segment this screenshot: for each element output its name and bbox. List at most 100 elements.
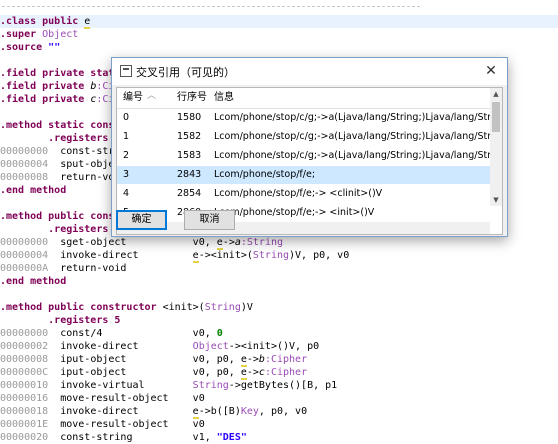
code-token: <init>( [162, 302, 205, 313]
code-token: 00000000 [0, 237, 49, 248]
table-cell-line: 2843 [177, 169, 202, 180]
column-header-line[interactable]: 行序号 [177, 88, 211, 108]
table-header: 编号 ︿ 行序号 信息 [117, 88, 490, 109]
code-token: sget-object [48, 237, 193, 248]
code-line: 00000016 move-result-object v0 [0, 392, 205, 405]
code-token: Object [192, 341, 229, 352]
vertical-scrollbar[interactable]: ▲ ▼ [490, 88, 502, 206]
code-token: v0, [192, 328, 217, 339]
code-token: String [252, 250, 290, 261]
code-token: 00000004 [0, 250, 49, 261]
code-token: 0 [216, 328, 223, 339]
code-line: 00000000 const/4 v0, 0 [0, 327, 223, 340]
code-token: ->b([B) [198, 406, 241, 417]
code-token: .source [0, 42, 49, 53]
code-token: .end method [0, 185, 67, 196]
table-cell-num: 1 [123, 131, 130, 142]
code-token: v1, [192, 432, 217, 443]
code-token: v0, [192, 237, 217, 248]
table-row[interactable]: 52860Lcom/phone/stop/f/e;-> <init>()V [117, 204, 490, 222]
code-token: "" [48, 42, 61, 53]
code-token: .method public constructor [0, 302, 163, 313]
code-line: 0000000A return-void [0, 262, 126, 275]
code-token: const/4 [48, 328, 193, 339]
code-token: .end method [0, 276, 67, 287]
code-token: invoke-direct [48, 250, 193, 261]
table-cell-line: 2854 [177, 188, 202, 199]
code-token: String [192, 380, 229, 391]
code-token: v0 [192, 419, 205, 430]
code-line: 00000010 invoke-virtual String->getBytes… [0, 379, 337, 392]
table-cell-num: 3 [123, 169, 130, 180]
code-token: 00000018 [0, 406, 49, 417]
table-cell-info: Lcom/phone/stop/f/e;-> <clinit>()V [214, 188, 383, 199]
xref-table: 编号 ︿ 行序号 信息 0 1580 Lcom/phone/stop/c/g;->a… [116, 87, 503, 235]
dialog-titlebar[interactable]: 交叉引用（可见的） ✕ [112, 58, 507, 85]
code-token: :String [240, 237, 284, 248]
table-cell-info: Lcom/phone/stop/c/g;->a(Ljava/lang/Strin… [214, 131, 490, 142]
code-token: const-string [48, 432, 193, 443]
code-token: -> [246, 354, 259, 365]
code-token: :Cipher [264, 354, 308, 365]
table-row[interactable]: 3 2843 Lcom/phone/stop/f/e; [117, 166, 490, 184]
cross-reference-dialog: 交叉引用（可见的） ✕ 编号 ︿ 行序号 信息 0 1580 Lcom/phone/… [111, 57, 508, 237]
scroll-thumb[interactable] [492, 102, 500, 132]
code-token: v0 [192, 393, 205, 404]
code-token: , p0, v0 [258, 406, 308, 417]
code-token: String [204, 302, 241, 313]
table-row[interactable]: 1 1582 Lcom/phone/stop/c/g;->a(Ljava/lang/… [117, 128, 490, 146]
code-line: .class public e [0, 15, 558, 29]
code-token: e [84, 16, 91, 29]
ok-button[interactable]: 确定 [116, 210, 167, 230]
horizontal-scrollbar[interactable] [117, 222, 490, 234]
code-token: invoke-direct [48, 406, 193, 417]
code-token: .field private [0, 81, 91, 92]
code-token: .field private [0, 94, 91, 105]
table-cell-line: 1580 [177, 112, 202, 123]
table-row[interactable]: 0 1580 Lcom/phone/stop/c/g;->a(Ljava/lang/… [117, 109, 490, 127]
code-token: Key [240, 406, 259, 417]
column-header-info[interactable]: 信息 [214, 88, 490, 108]
code-token: -><init>()V, p0 [228, 341, 320, 352]
code-token: invoke-virtual [48, 380, 193, 391]
code-token: v0, p0, [192, 354, 241, 365]
cancel-button[interactable]: 取消 [184, 210, 235, 230]
table-row[interactable]: 2 1583 Lcom/phone/stop/c/g;->a(Ljava/lang/… [117, 147, 490, 165]
table-cell-num: 2 [123, 150, 130, 161]
code-token: .registers 1 [0, 133, 121, 144]
scroll-down-icon[interactable]: ▼ [490, 194, 502, 206]
code-line: .source "" [0, 41, 60, 54]
code-line: 00000018 invoke-direct e->b([B)Key, p0, … [0, 405, 308, 419]
editor-separator [2, 6, 420, 7]
code-token: 00000002 [0, 341, 49, 352]
table-cell-line: 1582 [177, 131, 202, 142]
close-icon[interactable]: ✕ [481, 61, 501, 81]
table-row[interactable]: 4 2854 Lcom/phone/stop/f/e;-> <clinit>()V [117, 185, 490, 203]
code-token: 00000008 [0, 172, 49, 183]
code-token: )V [240, 302, 253, 313]
code-token: :Cipher [264, 367, 308, 378]
table-cell-line: 1583 [177, 150, 202, 161]
code-token: -><init>( [198, 250, 253, 261]
code-line: .end method [0, 275, 66, 288]
code-line: .registers 1 [0, 132, 120, 145]
code-token: 0000001E [0, 419, 49, 430]
code-line: 0000001E move-result-object v0 [0, 418, 205, 431]
code-token: invoke-direct [48, 341, 193, 352]
window-icon [120, 65, 132, 77]
column-header-number[interactable]: 编号 ︿ [123, 88, 171, 108]
code-line: 00000002 invoke-direct Object-><init>()V… [0, 340, 319, 353]
table-cell-info: Lcom/phone/stop/f/e;-> <init>()V [214, 207, 375, 218]
code-line: 00000004 sput-object [0, 158, 126, 171]
code-token: )V, p0, v0 [289, 250, 350, 261]
code-token: .registers 2 [0, 224, 121, 235]
code-line: 00000004 invoke-direct e-><init>(String)… [0, 249, 350, 263]
code-line: 00000000 sget-object v0, e->a:String [0, 236, 284, 250]
code-line: 00000020 const-string v1, "DES" [0, 431, 247, 444]
scroll-up-icon[interactable]: ▲ [490, 88, 502, 100]
code-token: 0000000A [0, 263, 49, 274]
code-line: .method public constructor <init>(String… [0, 301, 253, 314]
code-token: iput-object [48, 354, 193, 365]
code-token: move-result-object [48, 419, 193, 430]
code-token: 00000004 [0, 159, 49, 170]
